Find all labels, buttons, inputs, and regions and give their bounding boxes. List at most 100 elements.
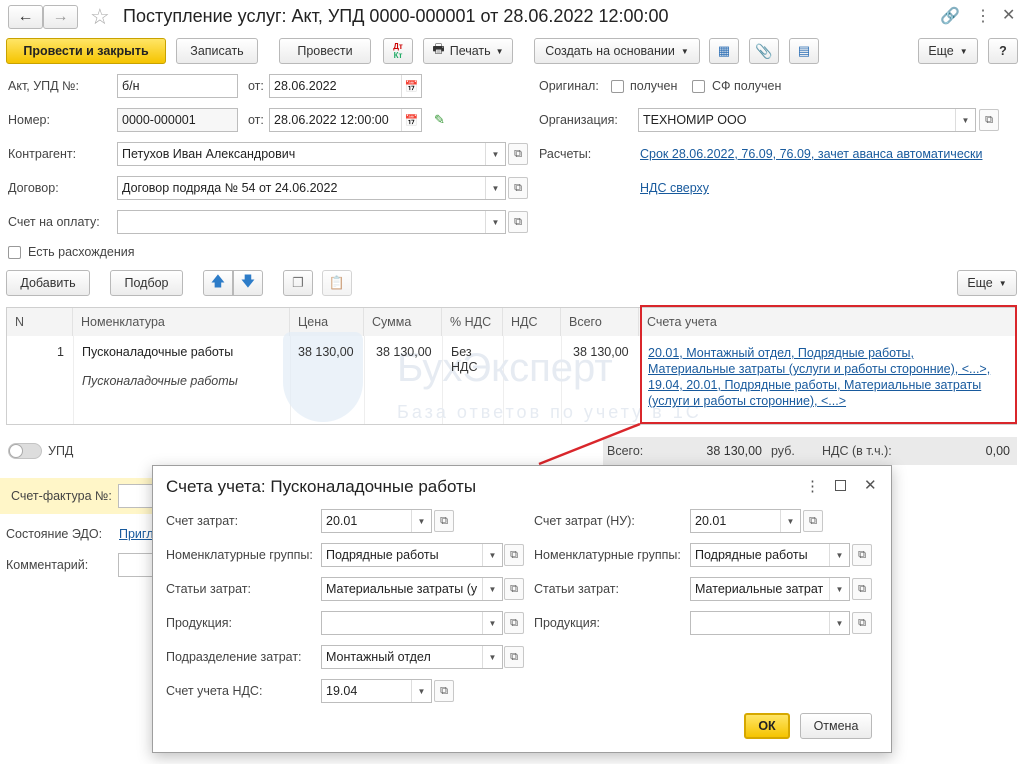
- edo-invite-link[interactable]: Пригл: [119, 527, 154, 541]
- pick-button[interactable]: Подбор: [110, 270, 183, 296]
- save-button[interactable]: Записать: [176, 38, 258, 64]
- chevron-down-icon[interactable]: ▼: [485, 211, 505, 233]
- favorite-star-icon[interactable]: ☆: [90, 4, 110, 30]
- cell-sum: 38 130,00: [376, 345, 432, 359]
- calendar-icon[interactable]: 📅: [401, 75, 421, 97]
- ok-button[interactable]: ОК: [744, 713, 790, 739]
- link-icon[interactable]: 🔗: [940, 6, 960, 26]
- number-input[interactable]: 0000-000001: [117, 108, 238, 132]
- chevron-down-icon[interactable]: ▼: [482, 612, 502, 634]
- chevron-down-icon[interactable]: ▼: [411, 680, 431, 702]
- create-based-button[interactable]: Создать на основании ▼: [534, 38, 700, 64]
- back-button[interactable]: ←: [8, 5, 43, 29]
- open-division-button[interactable]: ⧉: [504, 646, 524, 668]
- chevron-down-icon[interactable]: ▼: [780, 510, 800, 532]
- chevron-down-icon[interactable]: ▼: [482, 646, 502, 668]
- structure-button[interactable]: ▦: [709, 38, 739, 64]
- open-form-icon: ⧉: [809, 514, 817, 527]
- open-nom-groups-nu-button[interactable]: ⧉: [852, 544, 872, 566]
- open-organization-button[interactable]: ⧉: [979, 109, 999, 131]
- open-form-icon: ⧉: [510, 616, 518, 629]
- chevron-down-icon[interactable]: ▼: [829, 612, 849, 634]
- cost-account-nu-input[interactable]: 20.01 ▼: [690, 509, 801, 533]
- counterparty-input[interactable]: Петухов Иван Александрович ▼: [117, 142, 506, 166]
- division-input[interactable]: Монтажный отдел ▼: [321, 645, 503, 669]
- nom-groups-nu-label: Номенклатурные группы:: [534, 548, 681, 562]
- open-counterparty-button[interactable]: ⧉: [508, 143, 528, 165]
- dialog-more-icon[interactable]: ⋮: [805, 477, 820, 495]
- forward-button[interactable]: →: [43, 5, 78, 29]
- chevron-down-icon[interactable]: ▼: [955, 109, 975, 131]
- copy-row-button[interactable]: ❐: [283, 270, 313, 296]
- chevron-down-icon[interactable]: ▼: [482, 578, 502, 600]
- upd-toggle[interactable]: [8, 443, 42, 459]
- products-nu-input[interactable]: ▼: [690, 611, 850, 635]
- open-contract-button[interactable]: ⧉: [508, 177, 528, 199]
- dt-kt-button[interactable]: Дт Кт: [383, 38, 413, 64]
- post-and-close-button[interactable]: Провести и закрыть: [6, 38, 166, 64]
- sf-received-checkbox[interactable]: [692, 80, 705, 93]
- paste-row-button[interactable]: 📋: [322, 270, 352, 296]
- open-cost-items-button[interactable]: ⧉: [504, 578, 524, 600]
- close-window-icon[interactable]: ✕: [1002, 5, 1015, 25]
- vat-on-top-link[interactable]: НДС сверху: [640, 181, 709, 195]
- nom-groups-input[interactable]: Подрядные работы ▼: [321, 543, 503, 567]
- move-down-button[interactable]: 🡇: [233, 270, 263, 296]
- act-number-input[interactable]: б/н: [117, 74, 238, 98]
- dialog-close-icon[interactable]: ✕: [864, 476, 877, 494]
- cancel-button[interactable]: Отмена: [800, 713, 872, 739]
- chevron-down-icon[interactable]: ▼: [485, 143, 505, 165]
- chevron-down-icon[interactable]: ▼: [829, 578, 849, 600]
- products-input[interactable]: ▼: [321, 611, 503, 635]
- cost-items-input[interactable]: Материальные затраты (у ▼: [321, 577, 503, 601]
- open-cost-account-button[interactable]: ⧉: [434, 510, 454, 532]
- open-vat-account-button[interactable]: ⧉: [434, 680, 454, 702]
- chevron-down-icon[interactable]: ▼: [485, 177, 505, 199]
- cell-accounts[interactable]: 20.01, Монтажный отдел, Подрядные работы…: [648, 345, 990, 409]
- chevron-down-icon[interactable]: ▼: [829, 544, 849, 566]
- more-vertical-icon[interactable]: ⋮: [975, 6, 991, 26]
- print-button[interactable]: 🖶 Печать ▼: [423, 38, 513, 64]
- move-up-button[interactable]: 🡅: [203, 270, 233, 296]
- report-button[interactable]: ▤: [789, 38, 819, 64]
- organization-input[interactable]: ТЕХНОМИР ООО ▼: [638, 108, 976, 132]
- edit-number-icon[interactable]: ✎: [434, 112, 445, 128]
- open-products-button[interactable]: ⧉: [504, 612, 524, 634]
- open-products-nu-button[interactable]: ⧉: [852, 612, 872, 634]
- column-header-nomenclature[interactable]: Номенклатура: [73, 308, 290, 336]
- number-date-input[interactable]: 28.06.2022 12:00:00 📅: [269, 108, 422, 132]
- nom-groups-nu-input[interactable]: Подрядные работы ▼: [690, 543, 850, 567]
- table-more-button[interactable]: Еще ▼: [957, 270, 1017, 296]
- help-button[interactable]: ?: [988, 38, 1018, 64]
- open-cost-items-nu-button[interactable]: ⧉: [852, 578, 872, 600]
- add-row-button[interactable]: Добавить: [6, 270, 90, 296]
- contract-input[interactable]: Договор подряда № 54 от 24.06.2022 ▼: [117, 176, 506, 200]
- open-nom-groups-button[interactable]: ⧉: [504, 544, 524, 566]
- cost-account-input[interactable]: 20.01 ▼: [321, 509, 432, 533]
- open-cost-account-nu-button[interactable]: ⧉: [803, 510, 823, 532]
- discrepancy-checkbox[interactable]: [8, 246, 21, 259]
- copy-icon: ❐: [292, 275, 304, 290]
- calendar-icon[interactable]: 📅: [401, 109, 421, 131]
- more-button[interactable]: Еще ▼: [918, 38, 978, 64]
- column-header-vat-rate[interactable]: % НДС: [442, 308, 503, 336]
- products-label: Продукция:: [166, 616, 233, 630]
- vat-account-input[interactable]: 19.04 ▼: [321, 679, 432, 703]
- column-header-total[interactable]: Всего: [561, 308, 639, 336]
- attach-button[interactable]: 📎: [749, 38, 779, 64]
- chevron-down-icon[interactable]: ▼: [482, 544, 502, 566]
- post-button[interactable]: Провести: [279, 38, 371, 64]
- open-form-icon: ⧉: [510, 582, 518, 595]
- column-header-sum[interactable]: Сумма: [364, 308, 442, 336]
- original-received-checkbox[interactable]: [611, 80, 624, 93]
- column-header-vat[interactable]: НДС: [503, 308, 561, 336]
- dialog-maximize-icon[interactable]: [835, 480, 846, 491]
- settlements-link[interactable]: Срок 28.06.2022, 76.09, 76.09, зачет ава…: [640, 147, 982, 161]
- chevron-down-icon: ▼: [495, 46, 504, 56]
- cost-items-nu-input[interactable]: Материальные затрат ▼: [690, 577, 850, 601]
- chevron-down-icon[interactable]: ▼: [411, 510, 431, 532]
- act-date-input[interactable]: 28.06.2022 📅: [269, 74, 422, 98]
- column-header-n[interactable]: N: [7, 308, 73, 336]
- open-invoice-button[interactable]: ⧉: [508, 211, 528, 233]
- invoice-for-payment-input[interactable]: ▼: [117, 210, 506, 234]
